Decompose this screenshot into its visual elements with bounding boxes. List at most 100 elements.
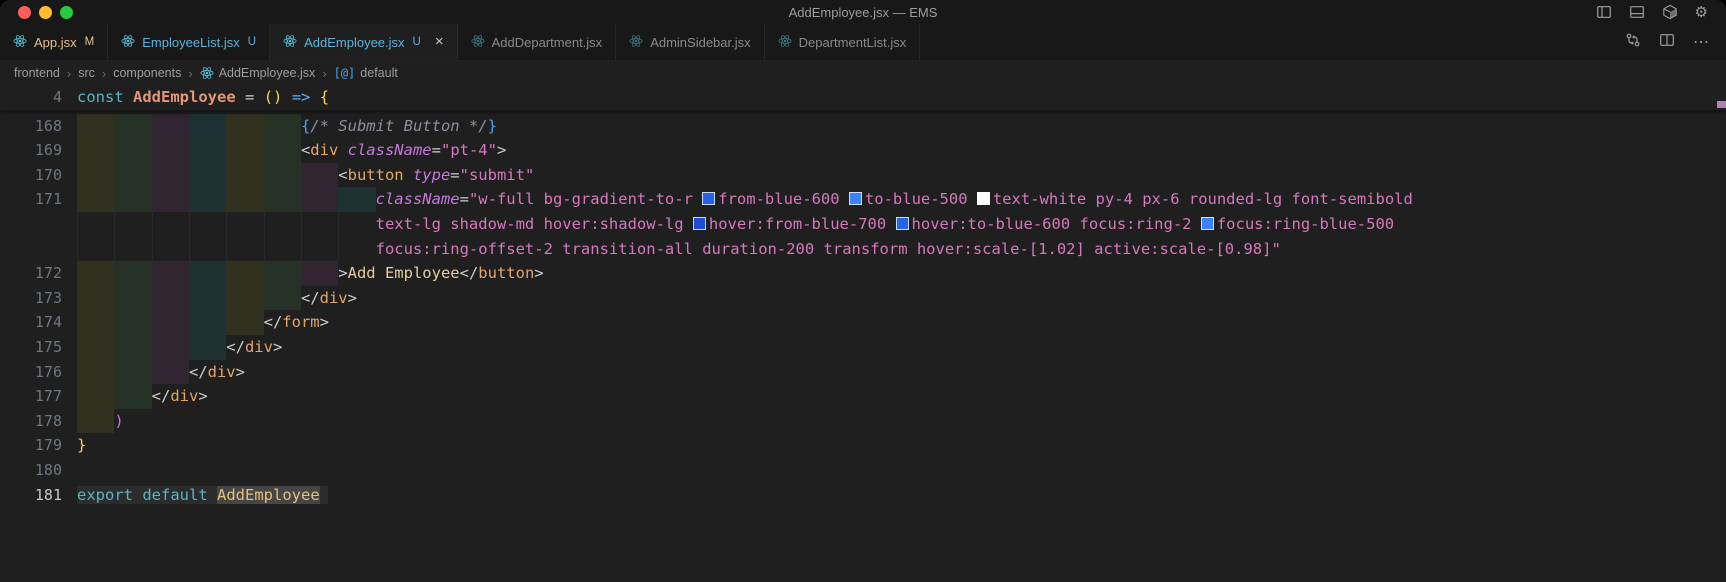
indent-stripe bbox=[226, 113, 264, 139]
line-number[interactable]: 180 bbox=[0, 458, 62, 483]
token-punc: > bbox=[496, 141, 507, 160]
more-actions-button[interactable]: ⋯ bbox=[1693, 32, 1710, 52]
code-line[interactable]: 180 bbox=[0, 458, 1726, 483]
indent-stripe bbox=[114, 261, 152, 286]
symbol-default-icon: [@] bbox=[333, 66, 356, 80]
tab-addemployee-jsx[interactable]: AddEmployee.jsx U × bbox=[270, 24, 458, 60]
code-line-wrap[interactable]: focus:ring-offset-2 transition-all durat… bbox=[0, 236, 1726, 262]
token-str: to-blue-500 bbox=[864, 190, 977, 209]
line-number[interactable] bbox=[0, 212, 62, 237]
code-line[interactable]: 168 {/* Submit Button */} bbox=[0, 113, 1726, 139]
line-content bbox=[77, 458, 1726, 483]
tab-departmentlist-jsx[interactable]: DepartmentList.jsx bbox=[765, 24, 921, 60]
line-content: <div className="pt-4"> bbox=[77, 138, 1726, 163]
titlebar: AddEmployee.jsx — EMS ⚙ bbox=[0, 0, 1726, 24]
token-attr: type bbox=[412, 165, 451, 184]
line-number[interactable] bbox=[0, 237, 62, 262]
extension-button[interactable] bbox=[1662, 4, 1678, 20]
code-line-wrap[interactable]: text-lg shadow-md hover:shadow-lg hover:… bbox=[0, 211, 1726, 237]
code-line[interactable]: 178) bbox=[0, 408, 1726, 434]
line-number[interactable]: 177 bbox=[0, 384, 62, 409]
editor[interactable]: 4 const AddEmployee = () => { 168 {/* Subm… bbox=[0, 85, 1726, 559]
line-number[interactable]: 175 bbox=[0, 335, 62, 360]
scrollbar[interactable] bbox=[1716, 85, 1726, 559]
code-text: className="w-full bg-gradient-to-r from-… bbox=[376, 190, 1413, 208]
sticky-scroll[interactable]: 4 const AddEmployee = () => { bbox=[0, 85, 1726, 110]
token-punc: > bbox=[235, 362, 245, 381]
code-line[interactable]: 169 <div className="pt-4"> bbox=[0, 138, 1726, 163]
token-cmt: /* Submit Button */ bbox=[310, 116, 488, 135]
toggle-panel-button[interactable] bbox=[1629, 4, 1645, 20]
code-line[interactable]: 177 </div> bbox=[0, 384, 1726, 409]
tab-adddepartment-jsx[interactable]: AddDepartment.jsx bbox=[458, 24, 617, 60]
breadcrumb-item-components[interactable]: components bbox=[113, 66, 181, 80]
breadcrumb-item-frontend[interactable]: frontend bbox=[14, 66, 60, 80]
token-punc: > bbox=[534, 264, 544, 283]
code-line[interactable]: 173 </div> bbox=[0, 285, 1726, 311]
token-attr: className bbox=[347, 141, 432, 160]
line-number[interactable]: 174 bbox=[0, 310, 62, 335]
tab-label: EmployeeList.jsx bbox=[142, 34, 240, 50]
open-changes-button[interactable] bbox=[1625, 32, 1641, 53]
close-button[interactable] bbox=[18, 5, 31, 19]
breadcrumb-item-addemployee-jsx[interactable]: AddEmployee.jsx bbox=[200, 66, 315, 80]
line-number[interactable]: 171 bbox=[0, 187, 62, 212]
line-content: {/* Submit Button */} bbox=[77, 113, 1726, 139]
code-line[interactable]: 176 </div> bbox=[0, 359, 1726, 385]
indent-stripe bbox=[300, 187, 339, 212]
code-line[interactable]: 171 className="w-full bg-gradient-to-r fr… bbox=[0, 187, 1726, 212]
line-content: className="w-full bg-gradient-to-r from-… bbox=[77, 187, 1726, 212]
indent-stripe bbox=[114, 384, 152, 409]
line-number[interactable]: 168 bbox=[0, 114, 62, 139]
code-text: </form> bbox=[264, 313, 329, 331]
line-number[interactable]: 4 bbox=[0, 85, 62, 110]
token-punc: </ bbox=[300, 288, 320, 307]
indent-stripe bbox=[114, 162, 152, 188]
tab-app-jsx[interactable]: App.jsx M bbox=[0, 24, 109, 60]
token-kw: export bbox=[77, 485, 133, 504]
react-icon bbox=[629, 34, 643, 51]
close-tab-icon[interactable]: × bbox=[435, 34, 444, 49]
token-punc: = bbox=[245, 88, 255, 106]
tab-label: DepartmentList.jsx bbox=[798, 34, 907, 50]
line-number[interactable]: 172 bbox=[0, 261, 62, 286]
line-number[interactable]: 181 bbox=[0, 483, 62, 508]
code-line[interactable]: 181 export default AddEmployee bbox=[0, 483, 1726, 508]
layout-panel-icon bbox=[1629, 6, 1644, 18]
code-line[interactable]: 174 </form> bbox=[0, 310, 1726, 335]
indent-guide bbox=[263, 211, 302, 237]
toggle-sidebar-button[interactable] bbox=[1596, 4, 1612, 20]
code-line[interactable]: 4 const AddEmployee = () => { bbox=[0, 85, 1726, 110]
indent-stripe bbox=[263, 162, 301, 188]
line-number[interactable]: 173 bbox=[0, 286, 62, 311]
breadcrumb-item-src[interactable]: src bbox=[78, 66, 95, 80]
split-editor-button[interactable] bbox=[1659, 32, 1675, 53]
react-icon bbox=[200, 67, 214, 79]
code-line[interactable]: 172 >Add Employee</button> bbox=[0, 261, 1726, 286]
code-line[interactable]: 179} bbox=[0, 433, 1726, 458]
line-number[interactable]: 170 bbox=[0, 163, 62, 188]
breadcrumb-item-default[interactable]: [@] default bbox=[334, 66, 398, 80]
indent-stripe bbox=[77, 261, 115, 286]
tab-employeelist-jsx[interactable]: EmployeeList.jsx U bbox=[108, 24, 271, 60]
indent-stripe bbox=[77, 310, 115, 335]
line-number[interactable]: 178 bbox=[0, 409, 62, 434]
indent-stripe bbox=[114, 359, 152, 385]
indent-stripe bbox=[188, 113, 227, 139]
react-icon bbox=[283, 34, 297, 51]
indent-stripe bbox=[188, 187, 227, 212]
color-swatch-icon bbox=[702, 192, 716, 206]
code-line[interactable]: 170 <button type="submit" bbox=[0, 162, 1726, 188]
token-attr: className bbox=[375, 190, 460, 209]
tab-adminsidebar-jsx[interactable]: AdminSidebar.jsx bbox=[616, 24, 765, 60]
line-number[interactable]: 169 bbox=[0, 138, 62, 163]
settings-button[interactable]: ⚙ bbox=[1695, 5, 1708, 20]
token-brk3: } bbox=[487, 116, 497, 135]
zoom-button[interactable] bbox=[60, 5, 73, 19]
minimize-button[interactable] bbox=[39, 5, 52, 19]
code-line[interactable]: 175 </div> bbox=[0, 334, 1726, 360]
line-number[interactable]: 179 bbox=[0, 433, 62, 458]
line-number[interactable]: 176 bbox=[0, 360, 62, 385]
